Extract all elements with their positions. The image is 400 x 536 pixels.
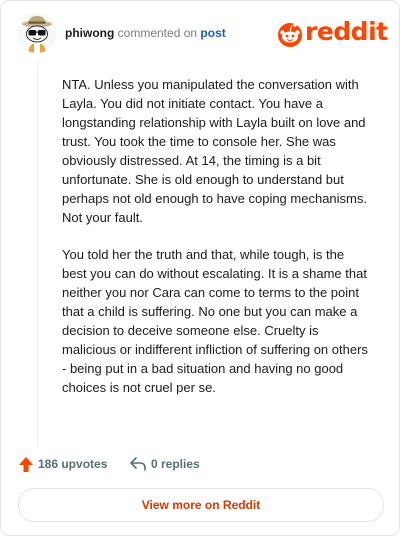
upvote-button[interactable]: 186 upvotes [19,453,107,475]
avatar[interactable] [17,13,57,53]
view-more-button[interactable]: View more on Reddit [18,488,384,522]
upvote-count: 186 upvotes [38,457,108,471]
comment-paragraph-1: NTA. Unless you manipulated the conversa… [62,77,367,225]
upvote-arrow-icon [19,456,33,472]
replies-button[interactable]: 0 replies [130,453,200,475]
comment-paragraph-2: You told her the truth and that, while t… [62,247,368,395]
post-link[interactable]: post [200,26,225,40]
comment-byline: phiwong commented on post [65,26,226,40]
thread-line [37,61,38,447]
reddit-wordmark: reddit [305,17,388,46]
comment-header: phiwong commented on post reddit [17,13,388,53]
reply-count: 0 replies [151,457,200,471]
comment-embed-card: phiwong commented on post reddit NTA. Un… [0,0,400,536]
reddit-logo[interactable]: reddit [277,17,388,47]
username-link[interactable]: phiwong [65,26,114,40]
reddit-logo-icon [278,23,302,47]
commented-on-text: commented on [117,26,198,40]
comment-actions: 186 upvotes 0 replies [19,453,381,475]
comment-body: NTA. Unless you manipulated the conversa… [62,75,372,415]
reply-arrow-icon [130,457,146,471]
